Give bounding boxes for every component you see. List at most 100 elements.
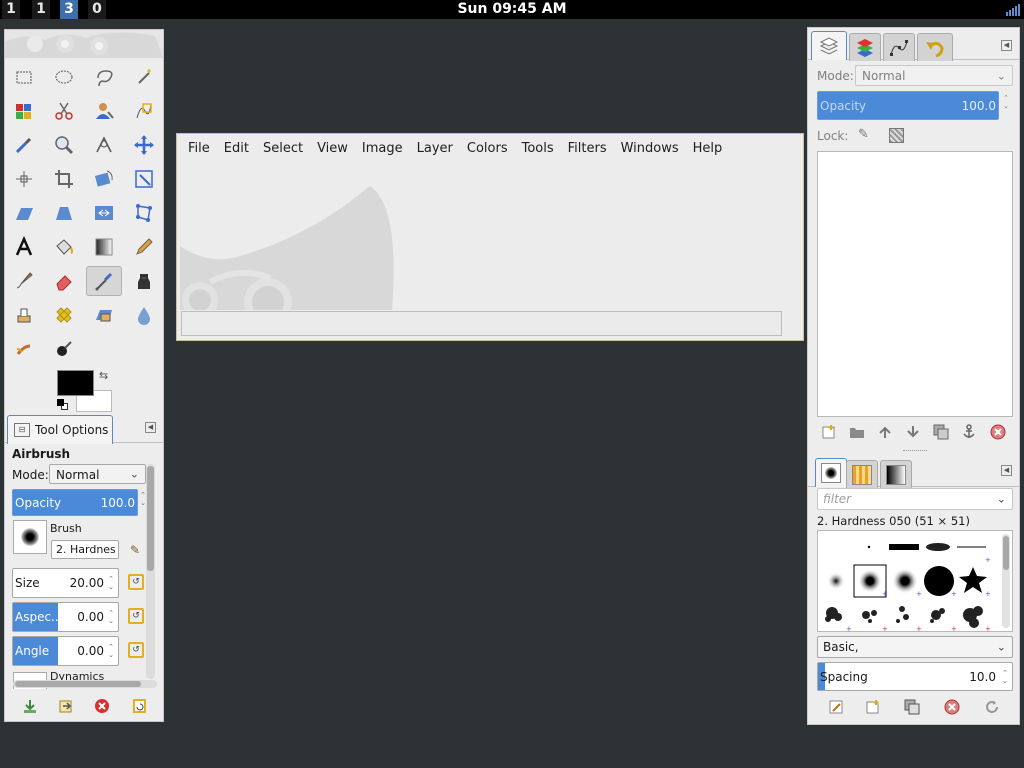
foreground-color-swatch[interactable]	[57, 370, 94, 396]
tab-paths[interactable]	[883, 33, 915, 61]
dock-menu-button[interactable]: ◀	[145, 422, 156, 433]
tool-options-vscrollbar[interactable]	[146, 464, 155, 679]
delete-brush-icon[interactable]	[943, 698, 961, 716]
menu-image[interactable]: Image	[355, 141, 410, 156]
opacity-slider[interactable]: Opacity 100.0	[12, 489, 138, 516]
lock-pixels-icon[interactable]: ✎	[858, 127, 874, 143]
new-brush-icon[interactable]	[864, 698, 882, 716]
workspace-2[interactable]: 1	[32, 0, 52, 19]
lock-alpha-icon[interactable]	[889, 128, 904, 143]
menu-windows[interactable]: Windows	[614, 141, 686, 156]
new-layer-icon[interactable]	[820, 423, 838, 441]
angle-slider[interactable]: Angle 0.00 ⌃ ⌄	[12, 636, 119, 666]
menu-edit[interactable]: Edit	[217, 141, 256, 156]
blur-tool[interactable]	[126, 300, 162, 330]
airbrush-tool[interactable]	[86, 266, 122, 296]
menu-help[interactable]: Help	[686, 141, 730, 156]
dodge-burn-tool[interactable]	[46, 334, 82, 364]
raise-layer-icon[interactable]	[876, 423, 894, 441]
menu-view[interactable]: View	[310, 141, 355, 156]
menu-layer[interactable]: Layer	[410, 141, 460, 156]
brush-tag-combobox[interactable]: Basic, ⌄	[817, 636, 1013, 658]
tab-undo-history[interactable]	[917, 33, 953, 61]
fuzzy-select-tool[interactable]	[126, 62, 162, 92]
heal-tool[interactable]	[46, 300, 82, 330]
workspace-1[interactable]: 1	[2, 0, 22, 19]
aspect-slider[interactable]: Aspec... 0.00 ⌃ ⌄	[12, 602, 119, 632]
align-tool[interactable]	[6, 164, 42, 194]
paintbrush-tool[interactable]	[6, 266, 42, 296]
reset-aspect-icon[interactable]: ↺	[128, 608, 144, 624]
smudge-tool[interactable]	[6, 334, 42, 364]
layer-opacity-spin-arrows[interactable]: ⌃ ⌄	[1001, 94, 1011, 110]
menu-file[interactable]: File	[181, 141, 217, 156]
layer-opacity-slider[interactable]: Opacity 100.0	[817, 91, 999, 120]
move-tool[interactable]	[126, 130, 162, 160]
duplicate-layer-icon[interactable]	[932, 423, 950, 441]
brush-name-field[interactable]: 2. Hardnes	[51, 540, 119, 559]
menu-select[interactable]: Select	[256, 141, 310, 156]
layers-list[interactable]	[817, 151, 1013, 417]
layer-mode-combobox[interactable]: Normal ⌄	[855, 65, 1013, 86]
dock-menu-button[interactable]: ◀	[1001, 465, 1012, 476]
shear-tool[interactable]	[6, 198, 42, 228]
tool-options-hscrollbar[interactable]	[13, 680, 157, 688]
ink-tool[interactable]	[126, 266, 162, 296]
dock-menu-button[interactable]: ◀	[1001, 40, 1012, 51]
workspace-4[interactable]: 0	[88, 0, 108, 19]
lasso-tool[interactable]	[86, 62, 122, 92]
cage-tool[interactable]	[126, 198, 162, 228]
anchor-layer-icon[interactable]	[960, 423, 978, 441]
crop-tool[interactable]	[46, 164, 82, 194]
delete-tool-preset-icon[interactable]	[93, 697, 111, 715]
reset-size-icon[interactable]: ↺	[128, 574, 144, 590]
bucket-fill-tool[interactable]	[46, 232, 82, 262]
size-slider[interactable]: Size 20.00 ⌃ ⌄	[12, 568, 119, 598]
lower-layer-icon[interactable]	[904, 423, 922, 441]
reset-angle-icon[interactable]: ↺	[128, 642, 144, 658]
edit-brush-icon[interactable]	[827, 698, 845, 716]
perspective-clone-tool[interactable]	[86, 300, 122, 330]
angle-spin-arrows[interactable]: ⌃ ⌄	[106, 643, 116, 659]
mode-combobox[interactable]: Normal ⌄	[49, 464, 146, 484]
scale-tool[interactable]	[126, 164, 162, 194]
refresh-brushes-icon[interactable]	[983, 698, 1001, 716]
rotate-tool[interactable]	[86, 164, 122, 194]
color-picker-tool[interactable]	[6, 130, 42, 160]
spacing-slider[interactable]: Spacing 10.0 ⌃ ⌄	[817, 662, 1013, 691]
edit-brush-icon[interactable]: ✎	[130, 543, 144, 557]
clone-tool[interactable]	[6, 300, 42, 330]
foreground-select-tool[interactable]	[86, 96, 122, 126]
pencil-tool[interactable]	[126, 232, 162, 262]
paths-tool[interactable]	[126, 96, 162, 126]
workspace-3[interactable]: 3	[60, 0, 80, 19]
size-spin-arrows[interactable]: ⌃ ⌄	[106, 575, 116, 591]
network-signal-icon[interactable]	[1006, 4, 1020, 16]
new-layer-group-icon[interactable]	[848, 423, 866, 441]
brushes-grid-scrollbar[interactable]	[1002, 534, 1010, 628]
perspective-tool[interactable]	[46, 198, 82, 228]
brush-preview-button[interactable]	[13, 520, 47, 554]
tab-brushes[interactable]	[815, 458, 847, 487]
zoom-tool[interactable]	[46, 130, 82, 160]
delete-layer-icon[interactable]	[989, 423, 1007, 441]
eraser-tool[interactable]	[46, 266, 82, 296]
tab-channels[interactable]	[849, 33, 881, 61]
blend-tool[interactable]	[86, 232, 122, 262]
pane-separator[interactable]	[903, 450, 927, 454]
flip-tool[interactable]	[86, 198, 122, 228]
scissors-tool[interactable]	[46, 96, 82, 126]
spacing-spin-arrows[interactable]: ⌃ ⌄	[1000, 669, 1010, 685]
duplicate-brush-icon[interactable]	[903, 698, 921, 716]
empty-canvas-wilber[interactable]	[180, 186, 400, 310]
tab-tool-options[interactable]: ⊟ Tool Options	[7, 415, 113, 444]
rect-select-tool[interactable]	[6, 62, 42, 92]
tab-gradients[interactable]	[880, 460, 912, 488]
reset-tool-options-icon[interactable]	[130, 697, 148, 715]
tab-layers[interactable]	[811, 31, 847, 60]
measure-tool[interactable]	[86, 130, 122, 160]
menu-tools[interactable]: Tools	[515, 141, 561, 156]
tab-patterns[interactable]	[846, 460, 878, 488]
menu-colors[interactable]: Colors	[460, 141, 515, 156]
menu-filters[interactable]: Filters	[561, 141, 614, 156]
